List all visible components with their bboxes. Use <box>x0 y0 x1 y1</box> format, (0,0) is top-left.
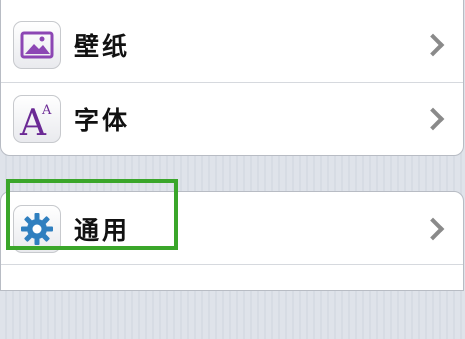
wallpaper-icon <box>13 21 61 69</box>
settings-row-label: 字体 <box>74 106 131 135</box>
settings-row-partial[interactable] <box>1 264 463 339</box>
settings-row-font[interactable]: A A 字体 <box>1 83 463 155</box>
settings-row-label: 壁纸 <box>74 32 131 61</box>
chevron-right-icon <box>421 33 445 57</box>
chevron-right-icon <box>421 217 445 241</box>
highlight-box <box>6 179 178 250</box>
chevron-right-icon <box>421 107 445 131</box>
font-icon: A A <box>13 95 61 143</box>
settings-row-wallpaper[interactable]: 壁纸 <box>1 8 463 83</box>
font-icon-glyph-small: A <box>41 103 52 118</box>
settings-group-display: 壁纸 A A 字体 <box>0 0 464 156</box>
